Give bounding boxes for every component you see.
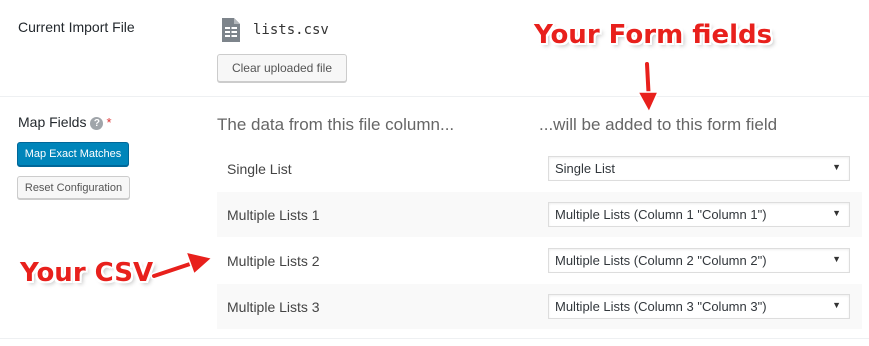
mapping-row: Multiple Lists 1 Multiple Lists (Column … [217, 192, 862, 237]
chevron-down-icon: ▼ [832, 254, 841, 264]
map-exact-matches-button[interactable]: Map Exact Matches [17, 142, 129, 166]
current-file: lists.csv [221, 17, 329, 43]
document-icon [222, 18, 240, 42]
field-header: ...will be added to this form field [539, 115, 778, 134]
file-column-name: Multiple Lists 1 [227, 206, 320, 223]
chevron-down-icon: ▼ [832, 162, 841, 172]
mapping-row: Single List Single List ▼ [217, 146, 862, 191]
form-field-select[interactable]: Single List ▼ [548, 156, 850, 181]
form-field-select-value: Multiple Lists (Column 3 "Column 3") [555, 299, 767, 314]
mapping-row: Multiple Lists 3 Multiple Lists (Column … [217, 284, 862, 329]
chevron-down-icon: ▼ [832, 300, 841, 310]
mapping-row: Multiple Lists 2 Multiple Lists (Column … [217, 238, 862, 283]
form-field-select[interactable]: Multiple Lists (Column 3 "Column 3") ▼ [548, 294, 850, 319]
arrow-right-icon [150, 250, 214, 280]
form-field-select-value: Single List [555, 161, 615, 176]
chevron-down-icon: ▼ [832, 208, 841, 218]
section-divider [0, 96, 869, 97]
arrow-down-icon [636, 62, 660, 114]
question-circle-icon[interactable]: ? [90, 117, 104, 130]
required-marker: * [106, 115, 112, 130]
file-name: lists.csv [253, 22, 329, 38]
file-column-name: Single List [227, 160, 292, 177]
annotation-form-fields: Your Form fields [534, 20, 773, 50]
map-fields-label: Map Fields? * [18, 114, 112, 130]
current-import-label: Current Import File [18, 19, 135, 35]
form-field-select-value: Multiple Lists (Column 2 "Column 2") [555, 253, 767, 268]
annotation-csv: Your CSV [20, 258, 154, 288]
file-column-name: Multiple Lists 2 [227, 252, 320, 269]
reset-configuration-button[interactable]: Reset Configuration [17, 176, 130, 199]
form-field-select[interactable]: Multiple Lists (Column 2 "Column 2") ▼ [548, 248, 850, 273]
column-header: The data from this file column... [217, 115, 455, 134]
bottom-divider [0, 338, 869, 339]
file-column-name: Multiple Lists 3 [227, 298, 320, 315]
map-fields-label-text: Map Fields [18, 114, 87, 130]
form-field-select-value: Multiple Lists (Column 1 "Column 1") [555, 207, 767, 222]
clear-uploaded-file-button[interactable]: Clear uploaded file [217, 54, 347, 82]
form-field-select[interactable]: Multiple Lists (Column 1 "Column 1") ▼ [548, 202, 850, 227]
